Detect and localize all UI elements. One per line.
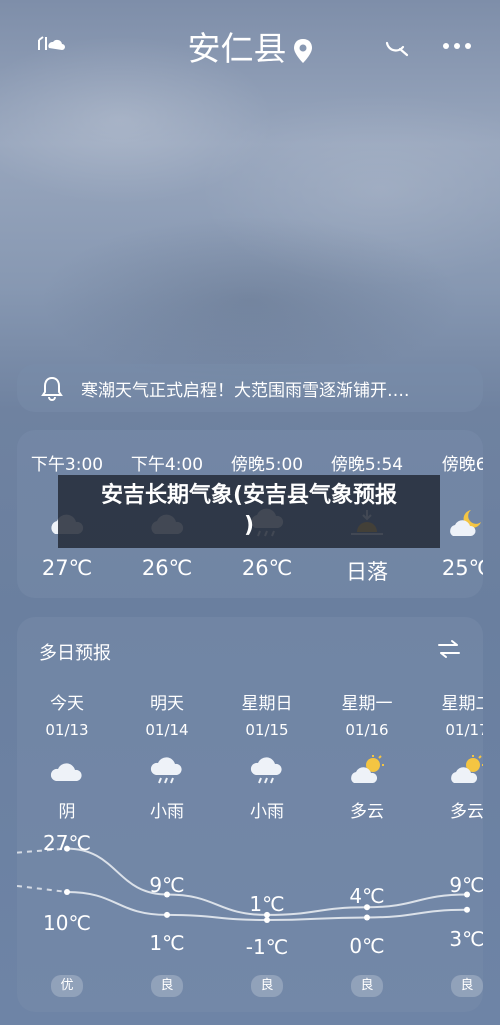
day-date: 01/17 [445, 721, 483, 739]
moon-cloud-icon [450, 510, 481, 536]
low-temp-point [364, 914, 370, 921]
day-date: 01/15 [245, 721, 289, 739]
weather-alert-banner[interactable]: 寒潮天气正式启程！大范围雨雪逐渐铺开…. [17, 364, 483, 412]
bell-icon [41, 376, 63, 401]
search-icon[interactable] [383, 33, 409, 57]
hourly-temp: 26℃ [241, 556, 293, 580]
day-date: 01/13 [45, 721, 89, 739]
day-date: 01/16 [345, 721, 389, 739]
day-weather: 小雨 [250, 802, 284, 822]
day-low-temp: -1℃ [245, 935, 289, 959]
day-low-temp: 1℃ [149, 931, 185, 955]
aqi-badge: 良 [351, 975, 383, 997]
more-icon[interactable] [442, 38, 472, 54]
hourly-label: 日落 [346, 560, 388, 584]
day-name: 星期一 [341, 694, 393, 714]
hourly-temp: 26℃ [141, 556, 193, 580]
low-temp-dash [17, 884, 68, 893]
rain-icon [250, 757, 282, 784]
low-temp-point [264, 917, 270, 923]
alert-text: 寒潮天气正式启程！大范围雨雪逐渐铺开…. [81, 380, 410, 401]
day-low-temp: 10℃ [43, 911, 91, 935]
hourly-time: 傍晚6: [441, 455, 483, 475]
day-low-temp: 0℃ [349, 934, 385, 958]
day-weather: 小雨 [150, 802, 184, 822]
day-weather: 多云 [450, 802, 483, 822]
aqi-badge: 良 [251, 975, 283, 997]
aqi-badge: 优 [51, 975, 83, 997]
day-name: 明天 [150, 694, 184, 714]
day-name: 星期二 [441, 694, 484, 714]
city-title[interactable]: 安仁县 [0, 22, 500, 70]
day-high-temp: 1℃ [249, 892, 285, 916]
article-title-overlay: 安吉长期气象(安吉县气象预报 ) [58, 475, 440, 548]
hourly-time: 下午3:00 [30, 455, 104, 475]
overlay-line1: 安吉长期气象(安吉县气象预报 [100, 483, 398, 508]
day-high-temp: 9℃ [149, 873, 185, 897]
location-pin-icon [293, 38, 312, 63]
day-name: 星期日 [241, 694, 293, 714]
city-name[interactable]: 安仁县 [188, 29, 287, 68]
cloudy-icon [50, 763, 82, 781]
hourly-temp: 25℃ [441, 556, 483, 580]
day-high-temp: 4℃ [349, 884, 385, 908]
hourly-time: 下午4:00 [130, 455, 204, 475]
partly-cloudy-icon [451, 755, 483, 783]
low-temp-point [164, 911, 170, 918]
aqi-badge: 良 [451, 975, 483, 997]
aqi-badge: 良 [151, 975, 183, 997]
low-temp-point [64, 888, 70, 895]
top-bar: 安仁县 [0, 0, 500, 90]
partly-cloudy-icon [351, 755, 384, 783]
hourly-time: 傍晚5:54 [330, 455, 404, 475]
day-name: 今天 [50, 694, 84, 714]
day-high-temp: 27℃ [43, 831, 91, 855]
day-weather: 多云 [350, 802, 384, 822]
hourly-temp: 27℃ [41, 556, 93, 580]
day-weather: 阴 [58, 802, 76, 822]
overlay-line2: ) [243, 513, 255, 538]
rain-icon [150, 757, 182, 784]
hourly-time: 傍晚5:00 [230, 455, 304, 475]
multi-day-forecast[interactable]: 多日预报 今天 01/13 阴 27℃ 10℃ 优 明天 01/14 小雨 9℃… [17, 617, 483, 1012]
day-high-temp: 9℃ [449, 873, 483, 897]
day-low-temp: 3℃ [449, 927, 483, 951]
low-temp-point [464, 906, 470, 913]
day-date: 01/14 [145, 721, 189, 739]
